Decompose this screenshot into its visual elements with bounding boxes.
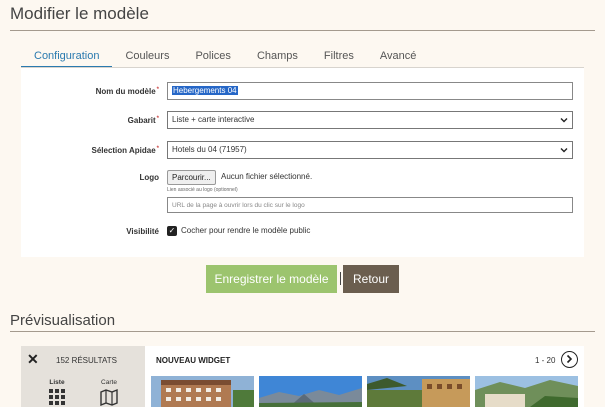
selection-value: Hotels du 04 (71957) xyxy=(172,145,247,154)
grid-icon xyxy=(49,389,65,405)
visibility-label: Visibilité xyxy=(126,226,159,236)
preview-divider xyxy=(10,331,595,332)
result-thumbnail[interactable] xyxy=(475,376,578,407)
public-checkbox[interactable]: ✓ xyxy=(167,226,177,236)
name-row: Nom du modèle* Hebergements 04 xyxy=(21,82,584,100)
required-mark: * xyxy=(156,145,159,152)
gabarit-select[interactable]: Liste + carte interactive xyxy=(167,111,573,129)
selection-row: Sélection Apidae* Hotels du 04 (71957) xyxy=(21,141,584,159)
chevron-down-icon xyxy=(560,113,568,129)
result-thumbnail[interactable] xyxy=(367,376,470,407)
gabarit-value: Liste + carte interactive xyxy=(172,115,255,124)
configuration-form: Nom du modèle* Hebergements 04 Gabarit* … xyxy=(21,68,584,257)
tab-champs[interactable]: Champs xyxy=(244,48,311,68)
logo-link-input[interactable]: URL de la page à ouvrir lors du clic sur… xyxy=(167,197,573,213)
view-list-label: Liste xyxy=(49,379,65,386)
title-divider xyxy=(10,30,595,31)
required-mark: * xyxy=(156,86,159,93)
gabarit-row: Gabarit* Liste + carte interactive xyxy=(21,111,584,129)
widget-sidebar: ✕ 152 RÉSULTATS Liste Carte xyxy=(21,346,145,407)
required-mark: * xyxy=(156,115,159,122)
gabarit-label: Gabarit* xyxy=(127,115,159,125)
model-name-value: Hebergements 04 xyxy=(172,86,238,95)
view-map-label: Carte xyxy=(101,379,117,386)
model-name-input[interactable]: Hebergements 04 xyxy=(167,82,573,100)
tab-configuration[interactable]: Configuration xyxy=(21,48,113,68)
file-status: Aucun fichier sélectionné. xyxy=(221,172,313,181)
name-label: Nom du modèle* xyxy=(95,86,159,96)
widget-preview: ✕ 152 RÉSULTATS Liste Carte NOUVEAU WIDG… xyxy=(21,346,584,407)
browse-button[interactable]: Parcourir... xyxy=(167,170,216,185)
chevron-right-icon xyxy=(566,354,573,364)
tab-avance[interactable]: Avancé xyxy=(367,48,430,68)
visibility-row: Visibilité ✓ Cocher pour rendre le modèl… xyxy=(21,225,584,237)
map-icon xyxy=(99,388,119,407)
logo-row: Logo Parcourir... Aucun fichier sélectio… xyxy=(21,170,584,185)
tab-filtres[interactable]: Filtres xyxy=(311,48,367,68)
close-icon[interactable]: ✕ xyxy=(27,351,39,368)
view-map-toggle[interactable]: Carte xyxy=(95,379,123,407)
logo-label: Logo xyxy=(139,173,159,182)
pagination-label: 1 - 20 xyxy=(535,356,556,365)
page-title: Modifier le modèle xyxy=(10,4,149,23)
selection-label: Sélection Apidae* xyxy=(91,145,159,155)
logo-link-hint: Lien associé au logo (optionnel) xyxy=(167,187,238,193)
result-thumbnail[interactable] xyxy=(259,376,362,407)
tab-polices[interactable]: Polices xyxy=(182,48,243,68)
logo-link-placeholder: URL de la page à ouvrir lors du clic sur… xyxy=(172,202,305,209)
save-model-button[interactable]: Enregistrer le modèle xyxy=(206,265,337,293)
result-count: 152 RÉSULTATS xyxy=(56,356,117,365)
widget-title: NOUVEAU WIDGET xyxy=(156,356,231,365)
tab-bar: Configuration Couleurs Polices Champs Fi… xyxy=(21,48,429,68)
selection-apidae-select[interactable]: Hotels du 04 (71957) xyxy=(167,141,573,159)
back-button[interactable]: Retour xyxy=(343,265,399,293)
public-checkbox-label[interactable]: Cocher pour rendre le modèle public xyxy=(181,226,310,235)
button-separator xyxy=(340,272,341,285)
preview-title: Prévisualisation xyxy=(10,312,116,329)
view-list-toggle[interactable]: Liste xyxy=(45,379,69,407)
tab-couleurs[interactable]: Couleurs xyxy=(112,48,182,68)
result-thumbnail[interactable] xyxy=(151,376,254,407)
next-page-button[interactable] xyxy=(561,351,578,368)
chevron-down-icon xyxy=(560,143,568,159)
